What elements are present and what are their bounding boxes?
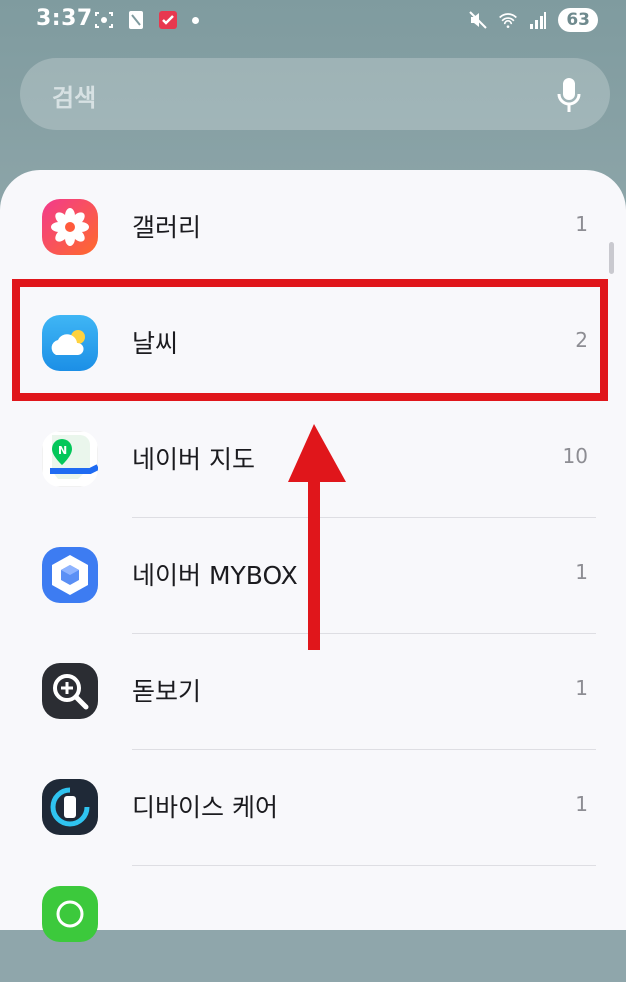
system-status-icons: 63 bbox=[468, 8, 598, 32]
svg-text:N: N bbox=[58, 444, 67, 457]
app-count: 1 bbox=[575, 792, 588, 816]
app-name: 돋보기 bbox=[132, 677, 202, 706]
green-app-icon bbox=[42, 886, 98, 942]
app-name: 디바이스 케어 bbox=[132, 793, 278, 822]
mute-icon bbox=[468, 10, 488, 30]
search-bar[interactable]: 검색 bbox=[20, 58, 610, 130]
sim-card-icon bbox=[126, 10, 146, 30]
signal-icon bbox=[528, 10, 548, 30]
naver-map-icon: N bbox=[42, 431, 98, 487]
microphone-icon[interactable] bbox=[556, 76, 582, 114]
device-care-icon bbox=[42, 779, 98, 835]
up-arrow-annotation bbox=[288, 424, 346, 650]
battery-level: 63 bbox=[558, 8, 598, 32]
more-notifications-dot bbox=[192, 16, 199, 24]
screenshot-icon bbox=[94, 10, 114, 30]
list-item-magnifier[interactable]: 돋보기 1 bbox=[0, 634, 626, 750]
app-count: 10 bbox=[562, 444, 588, 468]
wifi-icon bbox=[498, 10, 518, 30]
naver-mybox-icon bbox=[42, 547, 98, 603]
app-count: 1 bbox=[575, 676, 588, 700]
status-bar: 3:37 63 bbox=[0, 0, 626, 44]
list-item-partial[interactable] bbox=[0, 866, 626, 982]
app-name: 네이버 지도 bbox=[132, 445, 255, 474]
search-placeholder: 검색 bbox=[52, 84, 97, 112]
highlight-box bbox=[12, 279, 608, 401]
checklist-app-icon bbox=[158, 10, 178, 30]
notification-icons bbox=[94, 10, 199, 30]
app-count: 1 bbox=[575, 560, 588, 584]
gallery-icon bbox=[42, 199, 98, 255]
magnifier-icon bbox=[42, 663, 98, 719]
app-count: 1 bbox=[575, 212, 588, 236]
app-name: 네이버 MYBOX bbox=[132, 561, 298, 590]
app-name: 갤러리 bbox=[132, 213, 202, 242]
list-item-device-care[interactable]: 디바이스 케어 1 bbox=[0, 750, 626, 866]
list-item-gallery[interactable]: 갤러리 1 bbox=[0, 170, 626, 286]
status-time: 3:37 bbox=[36, 6, 93, 31]
